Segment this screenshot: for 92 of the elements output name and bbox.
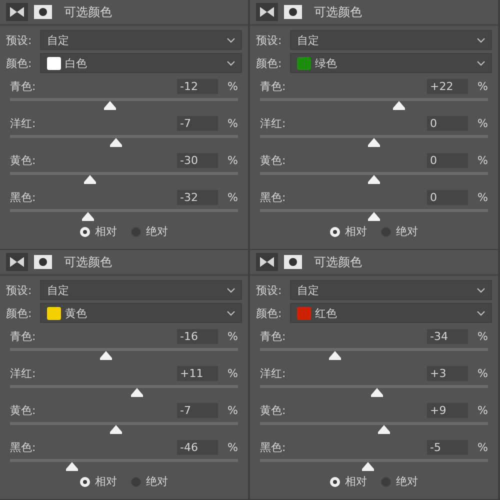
radio-option[interactable]: 绝对	[131, 224, 168, 239]
radio-option[interactable]: 相对	[80, 224, 117, 239]
radio-option[interactable]: 相对	[330, 474, 367, 489]
percent-unit: %	[226, 330, 238, 342]
slider-label: 洋红:	[260, 116, 287, 130]
panel-title: 可选颜色	[314, 254, 362, 270]
radio-option[interactable]: 绝对	[131, 474, 168, 489]
percent-unit: %	[226, 154, 238, 166]
percent-unit: %	[226, 116, 238, 130]
percent-unit: %	[476, 330, 488, 342]
value-field[interactable]: 0	[427, 152, 468, 168]
mask-icon[interactable]	[32, 3, 54, 21]
panel-title: 可选颜色	[64, 4, 112, 20]
preset-label: 预设:	[256, 32, 283, 48]
slider-label: 黑色:	[260, 440, 287, 454]
percent-unit: %	[476, 116, 488, 130]
mask-icon[interactable]	[32, 253, 54, 271]
adjustment-icon[interactable]	[256, 253, 278, 271]
percent-unit: %	[476, 366, 488, 380]
adjustment-icon[interactable]	[6, 253, 28, 271]
radio-option[interactable]: 相对	[80, 474, 117, 489]
chevron-down-icon	[227, 288, 235, 292]
slider-label: 黑色:	[260, 190, 287, 204]
slider-label: 黑色:	[10, 190, 37, 204]
mask-icon[interactable]	[282, 3, 304, 21]
chevron-down-icon	[477, 60, 485, 66]
preset-dropdown[interactable]: 自定	[40, 280, 242, 300]
percent-unit: %	[226, 80, 238, 92]
value-field[interactable]: +11	[177, 366, 218, 380]
panel-title: 可选颜色	[64, 254, 112, 270]
color-label: 颜色:	[6, 56, 33, 70]
preset-label: 预设:	[6, 32, 33, 48]
value-field[interactable]: -30	[177, 152, 218, 168]
slider-label: 黄色:	[260, 152, 287, 168]
percent-unit: %	[226, 404, 238, 416]
percent-unit: %	[476, 440, 488, 454]
slider-label: 黑色:	[10, 440, 37, 454]
radio-option[interactable]: 相对	[330, 224, 367, 239]
color-dropdown[interactable]: 白色	[40, 53, 242, 73]
percent-unit: %	[476, 190, 488, 204]
slider-label: 黄色:	[260, 402, 287, 418]
value-field[interactable]: +22	[427, 78, 468, 94]
preset-dropdown[interactable]: 自定	[40, 30, 242, 50]
value-field[interactable]: -12	[177, 78, 218, 94]
value-field[interactable]: +9	[427, 402, 468, 418]
color-label: 颜色:	[256, 56, 283, 70]
panel-title: 可选颜色	[314, 4, 362, 20]
value-field[interactable]: -46	[177, 440, 218, 454]
chevron-down-icon	[477, 38, 485, 42]
preset-label: 预设:	[256, 282, 283, 298]
slider-label: 青色:	[10, 78, 37, 94]
value-field[interactable]: +3	[427, 366, 468, 380]
percent-unit: %	[226, 366, 238, 380]
radio-option[interactable]: 绝对	[381, 224, 418, 239]
color-dropdown[interactable]: 黄色	[40, 303, 242, 323]
slider-label: 黄色:	[10, 402, 37, 418]
percent-unit: %	[226, 440, 238, 454]
slider-label: 洋红:	[10, 116, 37, 130]
slider-label: 青色:	[260, 328, 287, 344]
color-label: 颜色:	[6, 306, 33, 320]
preset-label: 预设:	[6, 282, 33, 298]
slider-label: 黄色:	[10, 152, 37, 168]
slider-label: 洋红:	[10, 366, 37, 380]
chevron-down-icon	[477, 288, 485, 292]
value-field[interactable]: 0	[427, 190, 468, 204]
slider-label: 洋红:	[260, 366, 287, 380]
value-field[interactable]: 0	[427, 116, 468, 130]
color-dropdown[interactable]: 绿色	[290, 53, 492, 73]
value-field[interactable]: -32	[177, 190, 218, 204]
mask-icon[interactable]	[282, 253, 304, 271]
adjustment-icon[interactable]	[256, 3, 278, 21]
preset-dropdown[interactable]: 自定	[290, 30, 492, 50]
percent-unit: %	[476, 154, 488, 166]
preset-dropdown[interactable]: 自定	[290, 280, 492, 300]
color-dropdown[interactable]: 红色	[290, 303, 492, 323]
slider-label: 青色:	[10, 328, 37, 344]
chevron-down-icon	[227, 310, 235, 316]
value-field[interactable]: -16	[177, 328, 218, 344]
percent-unit: %	[476, 80, 488, 92]
adjustment-icon[interactable]	[6, 3, 28, 21]
radio-option[interactable]: 绝对	[381, 474, 418, 489]
chevron-down-icon	[477, 310, 485, 316]
value-field[interactable]: -34	[427, 328, 468, 344]
value-field[interactable]: -5	[427, 440, 468, 454]
percent-unit: %	[226, 190, 238, 204]
chevron-down-icon	[227, 60, 235, 66]
value-field[interactable]: -7	[177, 116, 218, 130]
percent-unit: %	[476, 404, 488, 416]
chevron-down-icon	[227, 38, 235, 42]
value-field[interactable]: -7	[177, 402, 218, 418]
slider-label: 青色:	[260, 78, 287, 94]
color-label: 颜色:	[256, 306, 283, 320]
